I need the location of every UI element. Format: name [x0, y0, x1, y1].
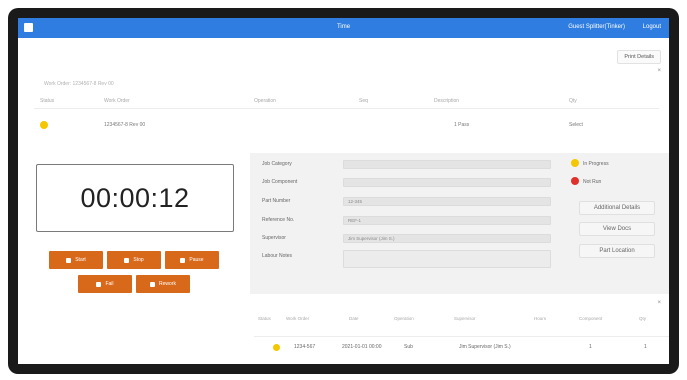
column-header[interactable]: Description: [434, 98, 459, 104]
view-docs-button[interactable]: View Docs: [579, 222, 655, 236]
field-label: Reference No.: [262, 217, 295, 223]
labour-notes-field[interactable]: [343, 250, 551, 268]
stop-icon: [124, 257, 130, 263]
work-order-cell: 1234-567: [294, 344, 316, 350]
table-row[interactable]: 1234-567 2021-01-01 00:00 Sub Jim Superv…: [254, 338, 669, 356]
device-frame: Time Guest Splitter(Tinker) Logout Print…: [8, 8, 679, 374]
status-in-progress-icon: [40, 121, 48, 129]
field-label: Job Category: [262, 161, 292, 167]
field-label: Labour Notes: [262, 253, 293, 259]
status-in-progress-icon: [273, 344, 280, 351]
details-panel: Job Category Job Component Part Number 1…: [250, 153, 669, 294]
table-divider: [34, 108, 659, 109]
work-order-cell: 1234567-8 Rev 00: [104, 122, 146, 128]
not-run-icon: [571, 177, 579, 185]
pause-icon: [180, 257, 186, 263]
column-header[interactable]: Operation: [254, 98, 276, 104]
column-header[interactable]: Work Order: [286, 316, 309, 321]
start-button[interactable]: Start: [49, 251, 103, 269]
legend-in-progress: In Progress: [583, 161, 609, 167]
top-table-header: Status Work Order Operation Seq Descript…: [34, 96, 659, 106]
column-header[interactable]: Seq: [359, 98, 368, 104]
column-header[interactable]: Component: [579, 316, 602, 321]
qty-cell: 1: [644, 344, 647, 350]
close-icon[interactable]: ×: [657, 300, 661, 306]
rework-button[interactable]: Rework: [136, 275, 190, 293]
title-bar: Time Guest Splitter(Tinker) Logout: [18, 18, 669, 38]
additional-details-button[interactable]: Additional Details: [579, 201, 655, 215]
in-progress-icon: [571, 159, 579, 167]
qty-cell[interactable]: Select: [569, 122, 583, 128]
rework-icon: [150, 281, 156, 287]
user-name[interactable]: Guest Splitter(Tinker): [568, 24, 625, 30]
column-header[interactable]: Supervisor: [454, 316, 476, 321]
supervisor-field[interactable]: Jim Supervisor (Jim S.): [343, 234, 551, 243]
column-header[interactable]: Hours: [534, 316, 546, 321]
fail-icon: [96, 281, 102, 287]
timer-display: 00:00:12: [36, 164, 234, 232]
page-subtitle: Work Order: 1234567-8 Rev 00: [44, 81, 114, 87]
legend-not-run: Not Run: [583, 179, 602, 185]
job-category-field[interactable]: [343, 160, 551, 169]
job-component-field[interactable]: [343, 178, 551, 187]
column-header[interactable]: Qty: [639, 316, 646, 321]
table-row[interactable]: 1234567-8 Rev 00 1 Pass Select: [34, 110, 659, 136]
bottom-table-header: Status Work Order Operation Date Supervi…: [254, 314, 669, 324]
field-label: Part Number: [262, 198, 291, 204]
field-label: Supervisor: [262, 235, 286, 241]
date-cell: 2021-01-01 00:00: [342, 344, 382, 350]
reference-field[interactable]: REF-1: [343, 216, 551, 225]
table-divider: [254, 336, 669, 337]
timer-value: 00:00:12: [80, 182, 190, 213]
logout-link[interactable]: Logout: [643, 24, 661, 30]
column-header[interactable]: Status: [40, 98, 54, 104]
part-number-field[interactable]: 12-345: [343, 197, 551, 206]
print-details-button[interactable]: Print Details: [617, 50, 661, 64]
column-header[interactable]: Operation: [394, 316, 414, 321]
stop-button[interactable]: Stop: [107, 251, 161, 269]
column-header[interactable]: Qty: [569, 98, 577, 104]
app-screen: Time Guest Splitter(Tinker) Logout Print…: [18, 18, 669, 364]
column-header[interactable]: Date: [349, 316, 359, 321]
description-cell: 1 Pass: [454, 122, 470, 128]
column-header[interactable]: Status: [258, 316, 271, 321]
pause-button[interactable]: Pause: [165, 251, 219, 269]
part-location-button[interactable]: Part Location: [579, 244, 655, 258]
operation-cell: Sub: [404, 344, 413, 350]
close-icon[interactable]: ×: [657, 68, 661, 74]
column-header[interactable]: Work Order: [104, 98, 130, 104]
field-label: Job Component: [262, 179, 298, 185]
hours-cell: 1: [589, 344, 592, 350]
play-icon: [66, 257, 72, 263]
fail-button[interactable]: Fail: [78, 275, 132, 293]
supervisor-cell: Jim Supervisor (Jim S.): [459, 344, 511, 350]
